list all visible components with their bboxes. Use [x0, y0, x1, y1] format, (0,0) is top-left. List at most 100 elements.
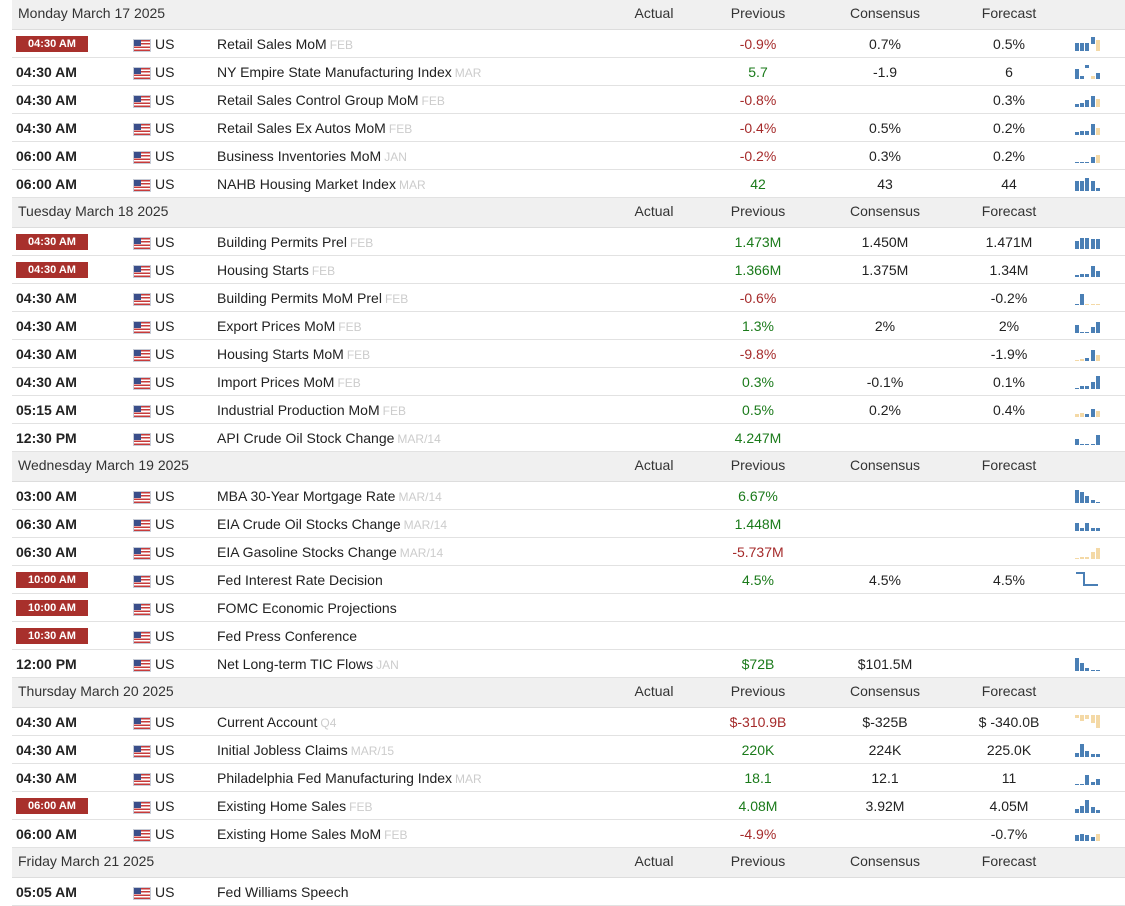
event-row[interactable]: 04:30 AM US Retail Sales MoM FEB -0.9% 0.7% 0.…	[12, 30, 1125, 58]
trend-sparkline-icon[interactable]	[1075, 543, 1101, 559]
event-name[interactable]: Current Account Q4	[217, 708, 336, 737]
trend-sparkline-icon[interactable]	[1075, 571, 1099, 587]
event-title[interactable]: Building Permits Prel	[217, 234, 347, 250]
event-name[interactable]: Retail Sales Control Group MoM FEB	[217, 86, 445, 115]
event-name[interactable]: Industrial Production MoM FEB	[217, 396, 406, 425]
event-title[interactable]: API Crude Oil Stock Change	[217, 430, 394, 446]
trend-sparkline-icon[interactable]	[1075, 289, 1101, 305]
event-title[interactable]: Retail Sales Ex Autos MoM	[217, 120, 386, 136]
event-row[interactable]: 04:30 AM US Philadelphia Fed Manufacturing…	[12, 764, 1125, 792]
event-name[interactable]: EIA Crude Oil Stocks Change MAR/14	[217, 510, 447, 539]
event-title[interactable]: MBA 30-Year Mortgage Rate	[217, 488, 395, 504]
event-name[interactable]: EIA Gasoline Stocks Change MAR/14	[217, 538, 443, 567]
event-name[interactable]: Export Prices MoM FEB	[217, 312, 362, 341]
event-title[interactable]: Import Prices MoM	[217, 374, 334, 390]
event-row[interactable]: 10:00 AM US Fed Interest Rate Decision 4.5%…	[12, 566, 1125, 594]
event-row[interactable]: 06:00 AM US Existing Home Sales MoM FEB -4.9…	[12, 820, 1125, 848]
event-name[interactable]: NY Empire State Manufacturing Index MAR	[217, 58, 481, 87]
event-name[interactable]: Initial Jobless Claims MAR/15	[217, 736, 394, 765]
trend-sparkline-icon[interactable]	[1075, 91, 1101, 107]
event-row[interactable]: 10:00 AM US FOMC Economic Projections	[12, 594, 1125, 622]
trend-sparkline-icon[interactable]	[1075, 797, 1101, 813]
trend-sparkline-icon[interactable]	[1075, 429, 1101, 445]
event-title[interactable]: Philadelphia Fed Manufacturing Index	[217, 770, 452, 786]
event-row[interactable]: 04:30 AM US Export Prices MoM FEB 1.3% 2% 2%	[12, 312, 1125, 340]
trend-sparkline-icon[interactable]	[1075, 147, 1101, 163]
event-title[interactable]: NY Empire State Manufacturing Index	[217, 64, 452, 80]
event-title[interactable]: Building Permits MoM Prel	[217, 290, 382, 306]
event-name[interactable]: Retail Sales Ex Autos MoM FEB	[217, 114, 412, 143]
event-row[interactable]: 04:30 AM US Housing Starts FEB 1.366M 1.375M 1…	[12, 256, 1125, 284]
event-title[interactable]: Industrial Production MoM	[217, 402, 380, 418]
event-name[interactable]: Import Prices MoM FEB	[217, 368, 361, 397]
event-row[interactable]: 06:00 AM US NAHB Housing Market Index MAR 42…	[12, 170, 1125, 198]
event-row[interactable]: 04:30 AM US Housing Starts MoM FEB -9.8% -1.9…	[12, 340, 1125, 368]
event-name[interactable]: Fed Williams Speech	[217, 878, 349, 906]
event-name[interactable]: Housing Starts MoM FEB	[217, 340, 370, 369]
event-name[interactable]: Building Permits MoM Prel FEB	[217, 284, 408, 313]
trend-sparkline-icon[interactable]	[1075, 119, 1101, 135]
trend-sparkline-icon[interactable]	[1075, 233, 1101, 249]
event-title[interactable]: Housing Starts	[217, 262, 309, 278]
event-title[interactable]: Fed Press Conference	[217, 628, 357, 644]
trend-sparkline-icon[interactable]	[1075, 825, 1101, 841]
trend-sparkline-icon[interactable]	[1075, 345, 1101, 361]
event-row[interactable]: 12:00 PM US Net Long-term TIC Flows JAN $72B…	[12, 650, 1125, 678]
event-row[interactable]: 04:30 AM US Import Prices MoM FEB 0.3% -0.1% 0…	[12, 368, 1125, 396]
event-row[interactable]: 12:30 PM US API Crude Oil Stock Change MAR/…	[12, 424, 1125, 452]
event-name[interactable]: FOMC Economic Projections	[217, 594, 397, 622]
event-row[interactable]: 04:30 AM US Retail Sales Ex Autos MoM FEB -0…	[12, 114, 1125, 142]
event-title[interactable]: Housing Starts MoM	[217, 346, 344, 362]
trend-sparkline-icon[interactable]	[1075, 261, 1101, 277]
event-row[interactable]: 04:30 AM US Initial Jobless Claims MAR/15 22…	[12, 736, 1125, 764]
event-row[interactable]: 03:00 AM US MBA 30-Year Mortgage Rate MAR/1…	[12, 482, 1125, 510]
trend-sparkline-icon[interactable]	[1075, 713, 1101, 729]
event-name[interactable]: Fed Interest Rate Decision	[217, 566, 383, 594]
event-name[interactable]: Net Long-term TIC Flows JAN	[217, 650, 399, 679]
event-row[interactable]: 04:30 AM US NY Empire State Manufacturing …	[12, 58, 1125, 86]
trend-sparkline-icon[interactable]	[1075, 63, 1101, 79]
event-name[interactable]: Building Permits Prel FEB	[217, 228, 373, 257]
event-name[interactable]: Philadelphia Fed Manufacturing Index MAR	[217, 764, 482, 793]
event-name[interactable]: Retail Sales MoM FEB	[217, 30, 353, 59]
event-row[interactable]: 04:30 AM US Building Permits Prel FEB 1.473M…	[12, 228, 1125, 256]
event-name[interactable]: Housing Starts FEB	[217, 256, 335, 285]
trend-sparkline-icon[interactable]	[1075, 655, 1101, 671]
event-title[interactable]: Fed Williams Speech	[217, 884, 349, 900]
event-name[interactable]: Existing Home Sales MoM FEB	[217, 820, 408, 849]
event-row[interactable]: 10:30 AM US Fed Press Conference	[12, 622, 1125, 650]
trend-sparkline-icon[interactable]	[1075, 769, 1101, 785]
event-row[interactable]: 05:05 AM US Fed Williams Speech	[12, 878, 1125, 906]
event-title[interactable]: FOMC Economic Projections	[217, 600, 397, 616]
event-name[interactable]: Existing Home Sales FEB	[217, 792, 373, 821]
event-title[interactable]: Business Inventories MoM	[217, 148, 381, 164]
event-row[interactable]: 05:15 AM US Industrial Production MoM FEB 0.…	[12, 396, 1125, 424]
event-row[interactable]: 04:30 AM US Retail Sales Control Group MoM…	[12, 86, 1125, 114]
trend-sparkline-icon[interactable]	[1075, 401, 1101, 417]
event-title[interactable]: Retail Sales Control Group MoM	[217, 92, 419, 108]
trend-sparkline-icon[interactable]	[1075, 175, 1101, 191]
trend-sparkline-icon[interactable]	[1075, 515, 1101, 531]
event-title[interactable]: EIA Gasoline Stocks Change	[217, 544, 397, 560]
event-title[interactable]: Initial Jobless Claims	[217, 742, 348, 758]
event-title[interactable]: Retail Sales MoM	[217, 36, 327, 52]
event-title[interactable]: Export Prices MoM	[217, 318, 335, 334]
event-title[interactable]: EIA Crude Oil Stocks Change	[217, 516, 401, 532]
event-name[interactable]: NAHB Housing Market Index MAR	[217, 170, 426, 199]
trend-sparkline-icon[interactable]	[1075, 317, 1101, 333]
event-row[interactable]: 06:30 AM US EIA Gasoline Stocks Change MAR/…	[12, 538, 1125, 566]
event-name[interactable]: Fed Press Conference	[217, 622, 357, 650]
event-row[interactable]: 06:00 AM US Existing Home Sales FEB 4.08M 3.9…	[12, 792, 1125, 820]
event-row[interactable]: 06:30 AM US EIA Crude Oil Stocks Change MAR…	[12, 510, 1125, 538]
event-name[interactable]: Business Inventories MoM JAN	[217, 142, 407, 171]
event-title[interactable]: Existing Home Sales MoM	[217, 826, 381, 842]
trend-sparkline-icon[interactable]	[1075, 35, 1101, 51]
trend-sparkline-icon[interactable]	[1075, 487, 1101, 503]
trend-sparkline-icon[interactable]	[1075, 373, 1101, 389]
event-title[interactable]: NAHB Housing Market Index	[217, 176, 396, 192]
event-name[interactable]: MBA 30-Year Mortgage Rate MAR/14	[217, 482, 442, 511]
event-title[interactable]: Existing Home Sales	[217, 798, 346, 814]
event-row[interactable]: 04:30 AM US Building Permits MoM Prel FEB -0…	[12, 284, 1125, 312]
event-row[interactable]: 06:00 AM US Business Inventories MoM JAN -0.…	[12, 142, 1125, 170]
event-title[interactable]: Fed Interest Rate Decision	[217, 572, 383, 588]
